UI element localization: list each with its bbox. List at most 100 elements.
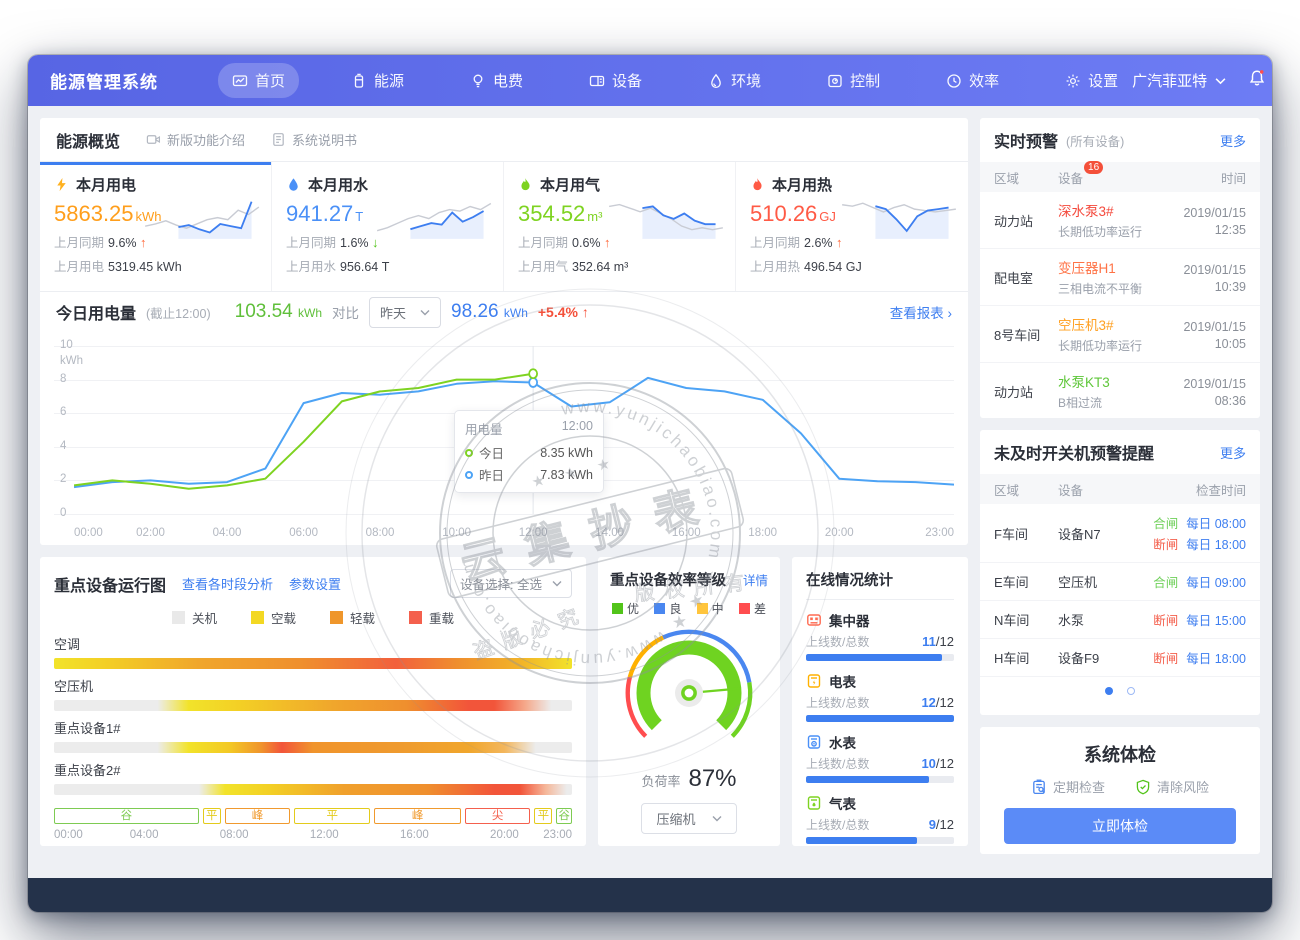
device-select-value: 设备选择: 全选 <box>460 574 542 593</box>
environment-drop-icon <box>708 73 724 89</box>
detail-link[interactable]: 详情 <box>743 570 768 589</box>
compare-select[interactable]: 昨天 <box>369 297 441 328</box>
panel-title: 重点设备运行图 <box>54 572 166 596</box>
nav-right: 广汽菲亚特 <box>1132 69 1272 92</box>
sparkline-chart <box>840 192 958 240</box>
online-stats-panel: 在线情况统计 集中器 上线数/总数11/12 电表 上线数/总数12/12 <box>792 557 968 846</box>
link-parameter-settings[interactable]: 参数设置 <box>289 574 341 593</box>
stat-card-title: 本月用水 <box>308 174 368 195</box>
electric-meter-icon <box>806 673 822 689</box>
stat-card-heat[interactable]: 本月用热 510.26GJ 上月同期2.6% ↑ 上月用热496.54 GJ <box>736 162 968 291</box>
nav-item-control[interactable]: 控制 <box>813 63 894 98</box>
device-run-panel: 重点设备运行图 查看各时段分析 参数设置 设备选择: 全选 关机 空载 轻载 <box>40 557 586 846</box>
clipboard-search-icon <box>1031 779 1047 795</box>
run-row-aircon: 空调 <box>54 634 572 669</box>
nav-item-label: 首页 <box>255 70 285 91</box>
yesterday-value: 98.26 kWh <box>451 301 528 323</box>
bottom-row: 重点设备运行图 查看各时段分析 参数设置 设备选择: 全选 关机 空载 轻载 <box>40 557 968 846</box>
compare-label: 对比 <box>332 302 359 322</box>
stat-card-water[interactable]: 本月用水 941.27T 上月同期1.6% ↓ 上月用水956.64 T <box>272 162 504 291</box>
gas-meter-icon <box>806 795 822 811</box>
nav-item-efficiency[interactable]: 效率 <box>932 63 1013 98</box>
stat-card-gas[interactable]: 本月用气 354.52m³ 上月同期0.6% ↑ 上月用气352.64 m³ <box>504 162 736 291</box>
flame-icon-red <box>750 177 765 192</box>
series-dot-yesterday <box>465 471 473 479</box>
panel-title: 重点设备效率等级 <box>610 569 726 590</box>
run-row-label: 空调 <box>54 634 572 653</box>
run-health-check-button[interactable]: 立即体检 <box>1004 808 1236 844</box>
page-dot[interactable] <box>1127 687 1135 695</box>
more-link[interactable]: 更多 <box>1220 131 1246 150</box>
overview-header: 能源概览 新版功能介绍 系统说明书 <box>40 118 968 162</box>
online-item-concentrator: 集中器 上线数/总数11/12 <box>806 610 954 661</box>
sparkline-chart <box>607 192 725 240</box>
more-link[interactable]: 更多 <box>1220 443 1246 462</box>
content: 能源概览 新版功能介绍 系统说明书 <box>28 106 1272 866</box>
run-row-device2: 重点设备2# <box>54 760 572 795</box>
nav-item-devices[interactable]: 设备 <box>575 63 656 98</box>
alert-row[interactable]: 动力站 水泵KT3B相过流 2019/01/1508:36 <box>980 363 1260 419</box>
run-status-bar <box>54 700 572 711</box>
equipment-select[interactable]: 压缩机 <box>641 803 736 834</box>
run-row-compressor: 空压机 <box>54 676 572 711</box>
nav-item-label: 设备 <box>612 70 642 91</box>
switch-row[interactable]: N车间 水泵 断闸每日 15:00 <box>980 601 1260 639</box>
lightbulb-icon <box>470 73 486 89</box>
notification-bell[interactable] <box>1248 69 1266 92</box>
stat-cards-row: 本月用电 5863.25kWh 上月同期9.6% ↑ 上月用电5319.45 k… <box>40 162 968 292</box>
nav-menu: 首页 能源 电费 设备 环境 <box>218 63 1132 98</box>
run-status-bar <box>54 784 572 795</box>
link-system-manual[interactable]: 系统说明书 <box>271 130 357 149</box>
alerts-scope: (所有设备) <box>1066 131 1124 150</box>
health-title: 系统体检 <box>994 741 1246 767</box>
link-new-features[interactable]: 新版功能介绍 <box>146 130 245 149</box>
alert-row[interactable]: 8号车间 空压机3#长期低功率运行 2019/01/1510:05 <box>980 306 1260 363</box>
sparkline-chart <box>143 192 261 240</box>
today-usage-chart[interactable]: 0246810kWh 用电量12:00 今日8.35 kWh 昨日7.83 kW… <box>54 332 954 522</box>
lightning-icon <box>54 177 69 192</box>
home-dashboard-icon <box>232 73 248 89</box>
panel-title: 在线情况统计 <box>806 569 954 600</box>
window-footer <box>28 878 1272 912</box>
tariff-band-axis: 00:0004:0008:0012:0016:0020:0023:00 <box>54 827 572 843</box>
company-selector[interactable]: 广汽菲亚特 <box>1132 70 1226 91</box>
switch-row[interactable]: F车间 设备N7 合闸每日 08:00 断闸每日 18:00 <box>980 504 1260 563</box>
document-icon <box>271 132 286 147</box>
system-health-panel: 系统体检 定期检查 清除风险 立即体检 <box>980 727 1260 854</box>
nav-item-environment[interactable]: 环境 <box>694 63 775 98</box>
link-period-analysis[interactable]: 查看各时段分析 <box>182 574 273 593</box>
switch-row[interactable]: E车间 空压机 合闸每日 09:00 <box>980 563 1260 601</box>
alert-count-badge: 16 <box>1084 161 1103 174</box>
stat-card-electricity[interactable]: 本月用电 5863.25kWh 上月同期9.6% ↑ 上月用电5319.45 k… <box>40 162 272 291</box>
page: 能源管理系统 首页 能源 电费 设备 <box>0 0 1300 940</box>
run-row-label: 空压机 <box>54 676 572 695</box>
concentrator-icon <box>806 612 822 628</box>
tooltip-time: 12:00 <box>562 419 593 438</box>
switch-row[interactable]: H车间 设备F9 断闸每日 18:00 <box>980 639 1260 677</box>
load-rate: 负荷率 87% <box>641 765 736 793</box>
nav-item-energy[interactable]: 能源 <box>337 63 418 98</box>
nav-item-label: 能源 <box>374 70 404 91</box>
water-meter-icon <box>806 734 822 750</box>
nav-item-electricity-fee[interactable]: 电费 <box>456 63 537 98</box>
link-label: 新版功能介绍 <box>167 130 245 149</box>
efficiency-panel: 重点设备效率等级 详情 优 良 中 差 <box>598 557 780 846</box>
page-dot-active[interactable] <box>1105 687 1113 695</box>
switch-alerts-panel: 未及时开关机预警提醒 更多 区域 设备 检查时间 F车间 设备N7 合闸每日 0… <box>980 430 1260 715</box>
today-value: 103.54 kWh <box>235 301 322 323</box>
legend-item-good: 良 <box>654 600 681 617</box>
stat-card-prev: 上月用热496.54 GJ <box>750 256 954 275</box>
nav-item-home[interactable]: 首页 <box>218 63 299 98</box>
health-item-label: 清除风险 <box>1157 777 1209 796</box>
nav-item-label: 设置 <box>1088 70 1118 91</box>
device-select[interactable]: 设备选择: 全选 <box>450 569 572 598</box>
alert-row[interactable]: 动力站 深水泵3#长期低功率运行 2019/01/1512:35 <box>980 192 1260 249</box>
load-rate-gauge <box>615 623 763 763</box>
online-item-name: 集中器 <box>829 610 870 630</box>
view-report-link[interactable]: 查看报表 › <box>890 302 952 322</box>
nav-item-settings[interactable]: 设置 <box>1051 63 1132 98</box>
energy-overview-panel: 能源概览 新版功能介绍 系统说明书 <box>40 118 968 545</box>
alert-row[interactable]: 配电室 变压器H1三相电流不平衡 2019/01/1510:39 <box>980 249 1260 306</box>
run-status-bar <box>54 658 572 669</box>
equipment-select-value: 压缩机 <box>656 809 695 828</box>
